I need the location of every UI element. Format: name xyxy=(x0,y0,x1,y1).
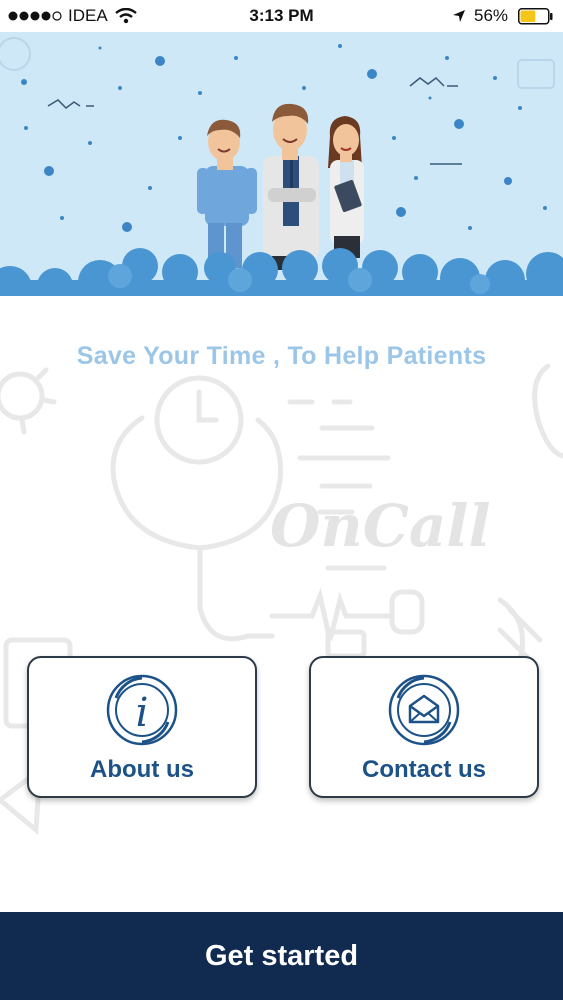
about-us-button[interactable]: i About us xyxy=(27,656,257,798)
contact-us-button[interactable]: Contact us xyxy=(309,656,539,798)
battery-icon xyxy=(518,8,553,25)
envelope-icon xyxy=(388,674,460,746)
svg-text:i: i xyxy=(136,690,149,736)
battery-percent: 56% xyxy=(474,6,509,25)
oncall-logo-text: OnCall xyxy=(270,492,491,560)
status-bar: IDEA 3:13 PM 56% xyxy=(0,0,563,32)
about-us-label: About us xyxy=(90,756,194,783)
contact-us-label: Contact us xyxy=(361,756,486,783)
get-started-button[interactable]: Get started xyxy=(0,912,563,1000)
hero-illustration xyxy=(0,18,563,296)
tagline: Save Your Time , To Help Patients xyxy=(76,342,487,370)
location-arrow-icon xyxy=(453,10,465,22)
hero-doctors-illustration xyxy=(0,37,563,296)
info-icon: i xyxy=(106,674,178,746)
background-medical-doodles xyxy=(0,363,563,836)
